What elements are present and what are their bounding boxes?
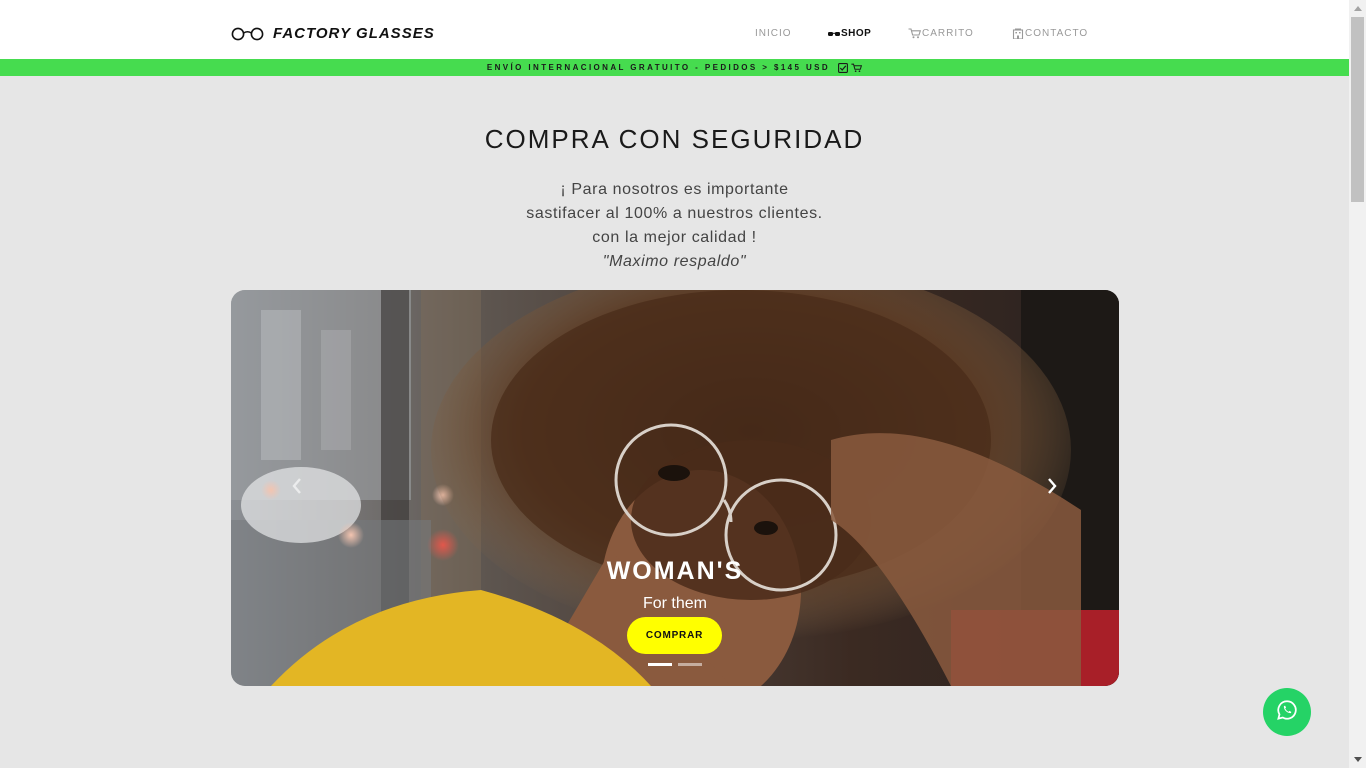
carousel-indicator[interactable] [648,663,672,666]
nav-item-contacto[interactable]: CONTACTO [1012,28,1088,39]
nav-label: CARRITO [922,28,974,39]
building-icon [1012,28,1024,39]
nav-item-carrito[interactable]: CARRITO [908,28,1012,39]
chevron-right-icon [1046,477,1058,500]
whatsapp-button[interactable] [1263,688,1311,736]
slide-subtitle: For them [642,595,707,612]
main-nav: INICIO SHOP CARRITO CONTACTO [755,28,1088,39]
carousel-indicators [648,663,702,666]
scroll-up-arrow-icon[interactable] [1349,0,1366,17]
whatsapp-icon [1276,699,1298,726]
scroll-down-arrow-icon[interactable] [1349,751,1366,768]
cart-icon [908,28,921,39]
promo-text: ENVÍO INTERNACIONAL GRATUITO - PEDIDOS >… [486,63,831,72]
scrollbar-thumb[interactable] [1351,17,1364,202]
nav-item-shop[interactable]: SHOP [828,28,908,39]
page-scrollbar[interactable] [1349,0,1366,768]
page-title: COMPRA CON SEGURIDAD [484,124,865,154]
sunglasses-icon [828,31,840,37]
check-box-icon [838,62,849,73]
carousel-indicator[interactable] [678,663,702,666]
nav-label: CONTACTO [1025,28,1089,39]
glasses-icon [231,27,264,41]
top-navbar: FACTORY GLASSES INICIO SHOP CARRITO CONT… [0,0,1349,59]
nav-label: INICIO [755,28,792,39]
nav-label: SHOP [841,28,872,39]
nav-item-inicio[interactable]: INICIO [755,28,828,39]
hero-line: ¡ Para nosotros es importante [560,181,789,198]
hero-description: ¡ Para nosotros es importante sastifacer… [0,178,1349,274]
promo-banner: ENVÍO INTERNACIONAL GRATUITO - PEDIDOS >… [0,59,1349,76]
brand-logo[interactable]: FACTORY GLASSES [231,25,435,42]
hero-line: sastifacer al 100% a nuestros clientes. [526,205,823,222]
hero-line: con la mejor calidad ! [592,229,757,246]
chevron-left-icon [291,477,303,500]
slide-title: WOMAN'S [606,557,744,585]
carousel-next-button[interactable] [1042,472,1062,504]
comprar-button[interactable]: COMPRAR [627,617,722,654]
hero-quote: "Maximo respaldo" [602,253,747,270]
carousel-prev-button[interactable] [287,472,307,504]
brand-name: FACTORY GLASSES [273,25,435,42]
cart-icon [851,63,863,73]
